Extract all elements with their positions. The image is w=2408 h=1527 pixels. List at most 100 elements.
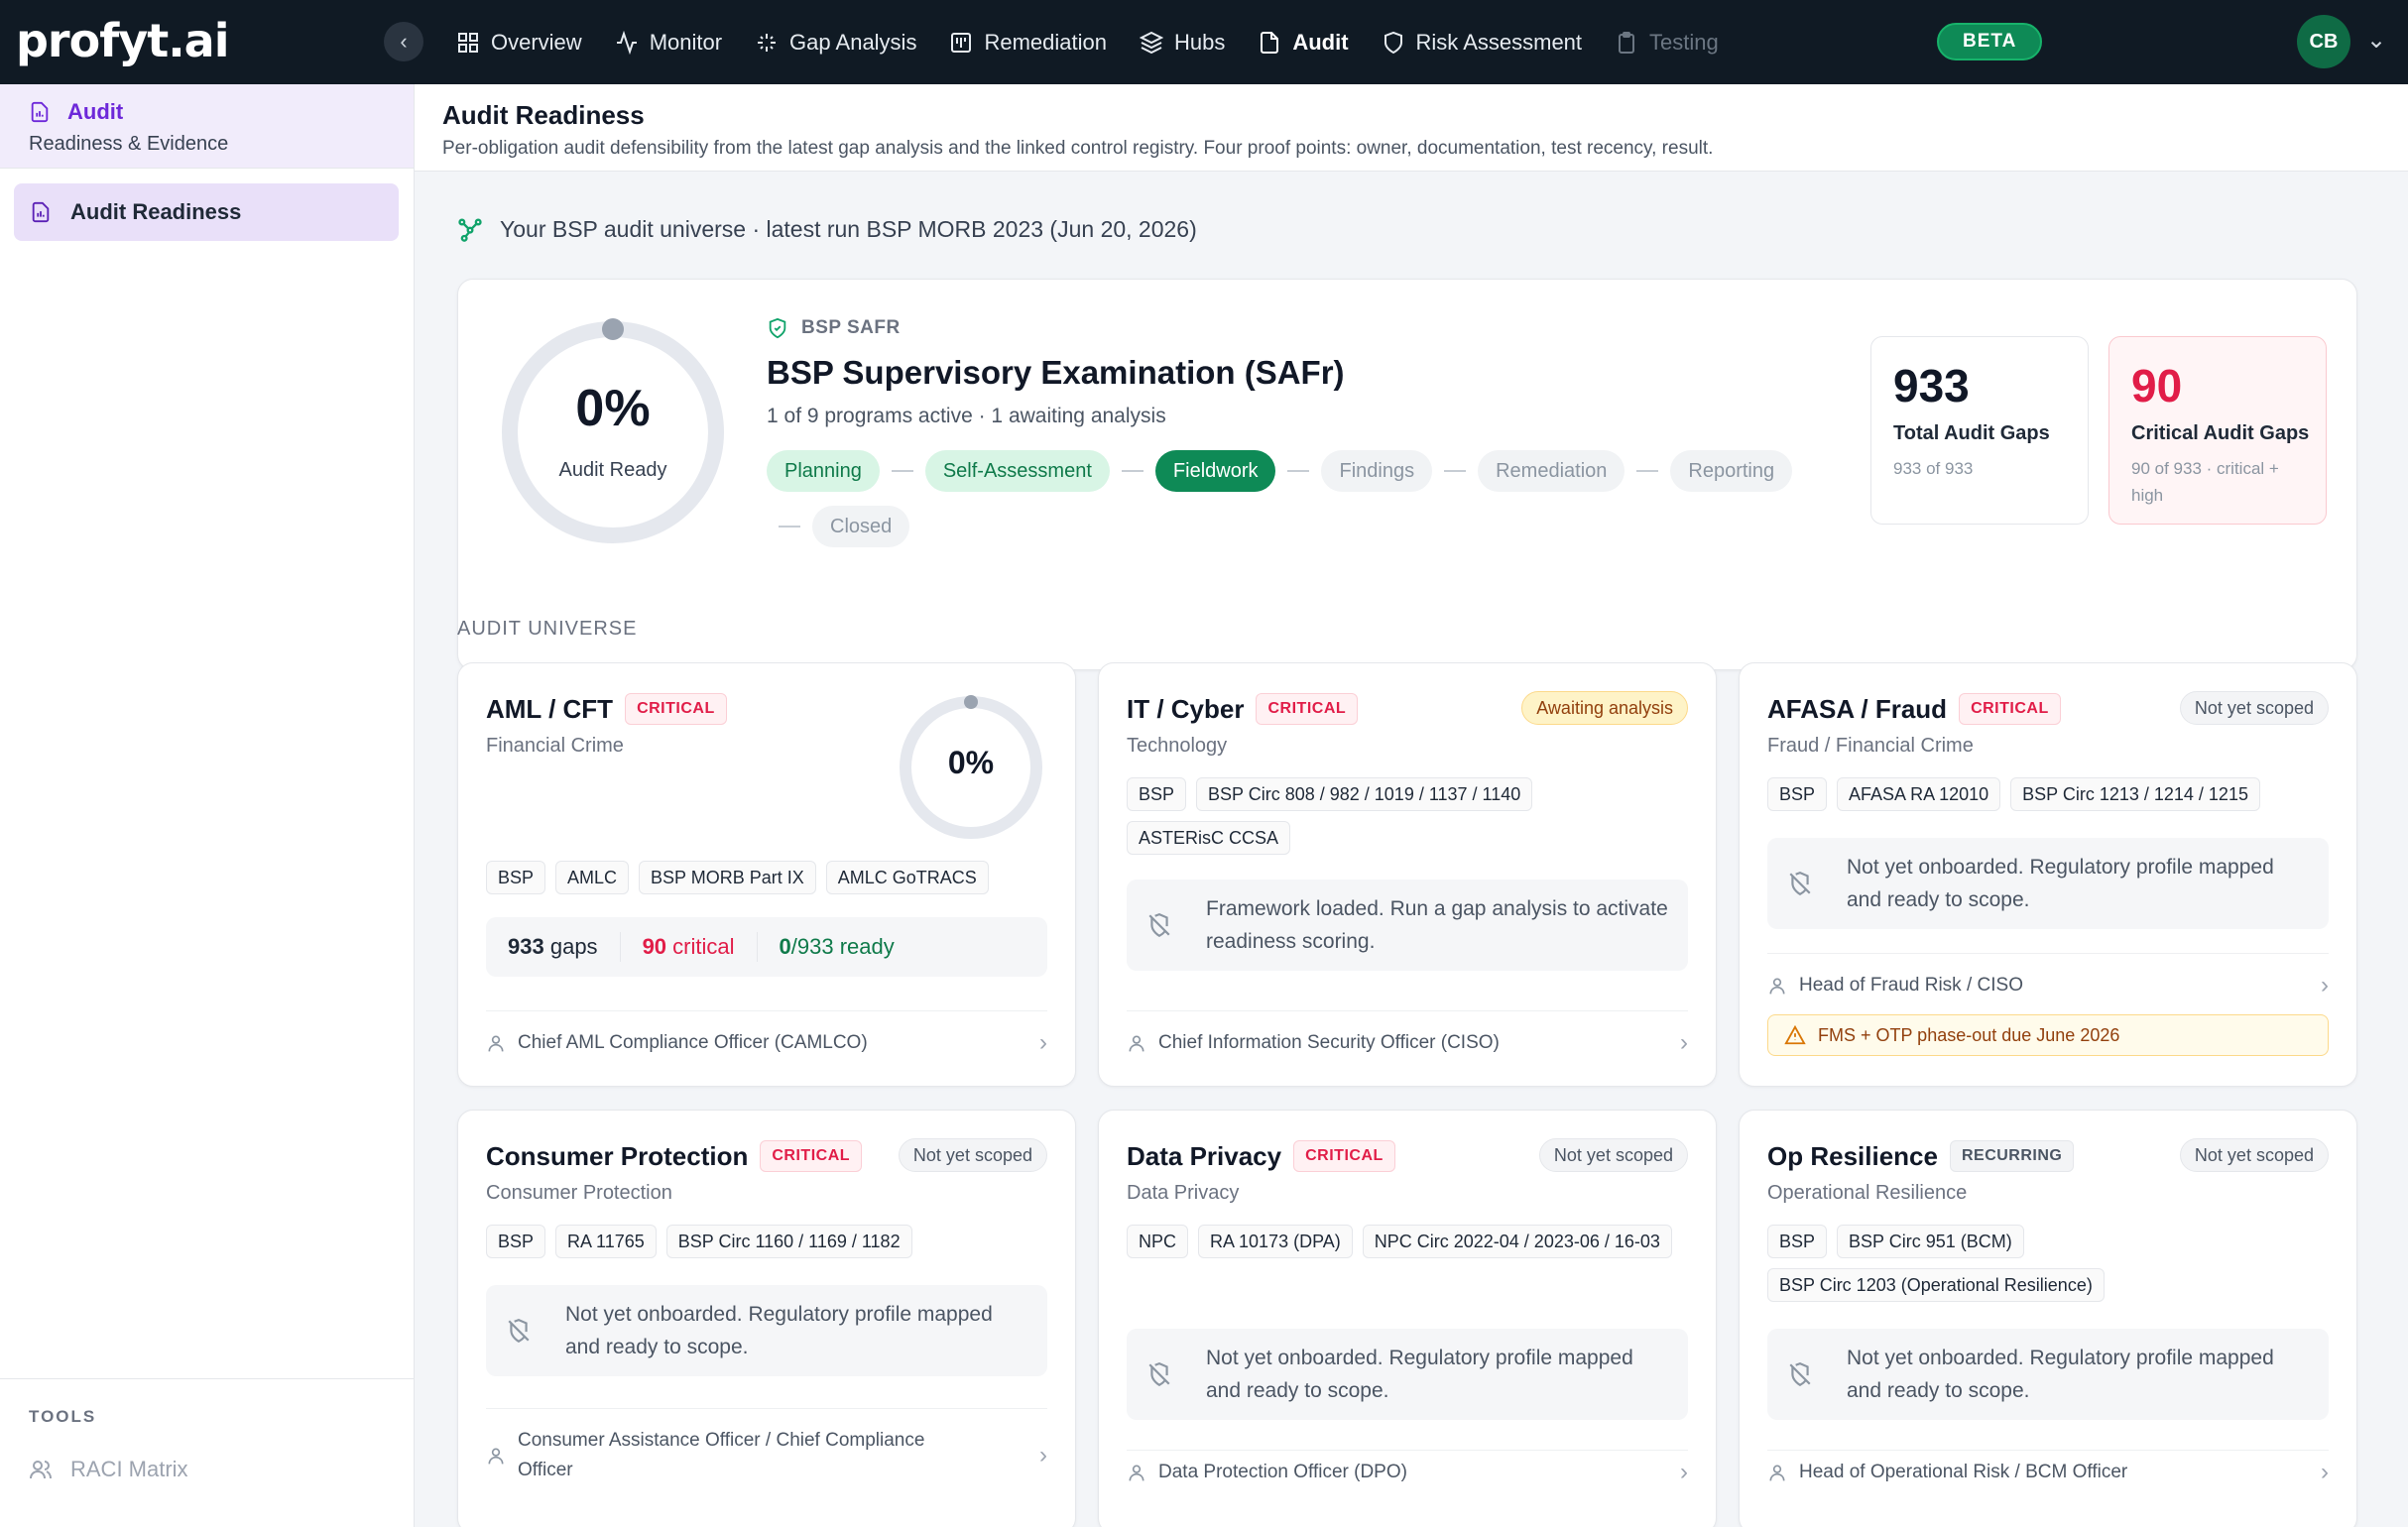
audit-universe-heading: AUDIT UNIVERSE <box>457 618 638 640</box>
sidebar-header: Audit Readiness & Evidence <box>0 84 414 169</box>
shield-off-icon <box>1789 1361 1811 1387</box>
info-text: Framework loaded. Run a gap analysis to … <box>1206 897 1668 953</box>
program-card-op-resilience[interactable]: Op Resilience RECURRING Operational Resi… <box>1739 1110 2357 1527</box>
program-card-consumer-protection[interactable]: Consumer Protection CRITICAL Consumer Pr… <box>457 1110 1076 1527</box>
nav-overview[interactable]: Overview <box>456 30 582 56</box>
deadline-warning: FMS + OTP phase-out due June 2026 <box>1767 1014 2329 1056</box>
nav-testing[interactable]: Testing <box>1615 30 1719 56</box>
regulation-tag: BSP Circ 1213 / 1214 / 1215 <box>2010 777 2260 811</box>
regulation-tag: BSP <box>1127 777 1187 811</box>
divider <box>486 1408 1047 1409</box>
card-owner[interactable]: Chief Information Security Officer (CISO… <box>1127 1028 1688 1058</box>
info-panel: Not yet onboarded. Regulatory profile ma… <box>1767 1329 2329 1420</box>
stage-fieldwork[interactable]: Fieldwork <box>1154 450 1276 492</box>
program-tag: BSP SAFR <box>767 317 901 339</box>
chevron-right-icon: › <box>1039 1442 1047 1468</box>
clipboard-icon <box>1619 31 1635 54</box>
sidebar-item-audit-readiness[interactable]: Audit Readiness <box>14 183 399 241</box>
stage-self-assessment[interactable]: Self-Assessment <box>924 450 1110 492</box>
card-title: AML / CFT CRITICAL <box>486 693 727 725</box>
gaps-count: 933 <box>508 934 544 959</box>
profyt-logo[interactable]: profyt.ai <box>16 14 229 67</box>
nav-audit[interactable]: Audit <box>1258 30 1349 56</box>
chevron-down-icon[interactable]: ⌄ <box>2366 26 2386 55</box>
program-card-it-cyber[interactable]: IT / Cyber CRITICAL Technology Awaiting … <box>1098 662 1717 1087</box>
card-title: IT / Cyber CRITICAL <box>1127 693 1359 725</box>
card-owner[interactable]: Head of Fraud Risk / CISO › <box>1767 971 2329 1000</box>
grid-icon <box>458 32 478 53</box>
report-icon <box>32 201 50 223</box>
regulation-tag: BSP <box>1767 777 1828 811</box>
divider <box>1767 1450 2329 1451</box>
sidebar-title-label: Audit <box>67 99 124 124</box>
stage-connector <box>1121 470 1144 472</box>
info-text: Not yet onboarded. Regulatory profile ma… <box>1847 1347 2274 1402</box>
nav-hubs[interactable]: Hubs <box>1139 30 1225 56</box>
card-title-text: IT / Cyber <box>1127 693 1245 724</box>
critical-audit-gaps-card[interactable]: 90 Critical Audit Gaps 90 of 933 · criti… <box>2108 336 2327 525</box>
card-owner[interactable]: Data Protection Officer (DPO) › <box>1127 1458 1688 1487</box>
card-title-text: AFASA / Fraud <box>1767 693 1948 724</box>
card-title-text: Consumer Protection <box>486 1140 749 1171</box>
gaps-label: gaps <box>549 934 598 959</box>
total-audit-gaps-card[interactable]: 933 Total Audit Gaps 933 of 933 <box>1870 336 2089 525</box>
chevron-right-icon: › <box>1039 1029 1047 1056</box>
stage-findings[interactable]: Findings <box>1321 450 1433 492</box>
ready-metric: 0/933 ready <box>758 932 916 962</box>
activity-icon <box>616 30 637 55</box>
raci-matrix-label: RACI Matrix <box>70 1457 188 1481</box>
stage-remediation[interactable]: Remediation <box>1478 450 1625 492</box>
regulation-tag: BSP <box>486 861 546 894</box>
beta-badge: BETA <box>1937 23 2043 60</box>
regulation-tag: BSP <box>486 1225 546 1258</box>
sidebar-item-label: Audit Readiness <box>70 199 242 224</box>
regulation-tags: BSP BSP Circ 808 / 982 / 1019 / 1137 / 1… <box>1127 777 1692 855</box>
nav-risk-assessment[interactable]: Risk Assessment <box>1382 30 1582 56</box>
nav-overview-label: Overview <box>491 29 582 55</box>
stage-planning[interactable]: Planning <box>767 450 880 492</box>
program-title: BSP Supervisory Examination (SAFr) <box>767 354 1345 391</box>
card-owner[interactable]: Head of Operational Risk / BCM Officer › <box>1767 1458 2329 1487</box>
user-icon <box>1129 1035 1144 1052</box>
info-text: Not yet onboarded. Regulatory profile ma… <box>565 1303 993 1358</box>
chevron-left-icon: ‹ <box>400 29 408 54</box>
universe-line-text: Your BSP audit universe · latest run BSP… <box>500 215 1197 242</box>
tools-label: TOOLS <box>29 1407 97 1426</box>
nav-gap-analysis[interactable]: Gap Analysis <box>755 30 916 56</box>
owner-name: Chief Information Security Officer (CISO… <box>1158 1032 1500 1053</box>
main-nav: Overview Monitor Gap Analysis Remediatio… <box>456 0 1751 84</box>
divider <box>1127 1010 1688 1011</box>
status-badge: Not yet scoped <box>898 1138 1047 1172</box>
user-avatar[interactable]: CB <box>2297 15 2350 68</box>
sidebar-item-raci-matrix[interactable]: RACI Matrix <box>29 1457 415 1482</box>
owner-name: Head of Fraud Risk / CISO <box>1799 975 2023 996</box>
card-owner[interactable]: Chief AML Compliance Officer (CAMLCO) › <box>486 1028 1047 1058</box>
regulation-tag: RA 10173 (DPA) <box>1198 1225 1353 1258</box>
critical-gaps-label: Critical Audit Gaps <box>2131 422 2310 444</box>
nav-remediation[interactable]: Remediation <box>949 30 1107 56</box>
nav-monitor[interactable]: Monitor <box>615 30 722 56</box>
severity-badge: CRITICAL <box>760 1140 863 1172</box>
regulation-tags: BSP AMLC BSP MORB Part IX AMLC GoTRACS <box>486 861 1051 894</box>
program-card-data-privacy[interactable]: Data Privacy CRITICAL Data Privacy Not y… <box>1098 1110 1717 1527</box>
program-card-aml[interactable]: AML / CFT CRITICAL Financial Crime 0% BS… <box>457 662 1076 1087</box>
collapse-sidebar-button[interactable]: ‹ <box>384 22 423 61</box>
sidebar: Audit Readiness & Evidence Audit Readine… <box>0 84 415 1527</box>
network-icon <box>458 218 482 242</box>
card-title: Op Resilience RECURRING <box>1767 1140 2075 1172</box>
card-owner[interactable]: Consumer Assistance Officer / Chief Comp… <box>486 1426 1047 1485</box>
user-icon <box>488 1448 504 1465</box>
card-title-text: Data Privacy <box>1127 1140 1282 1171</box>
program-card-afasa-fraud[interactable]: AFASA / Fraud CRITICAL Fraud / Financial… <box>1739 662 2357 1087</box>
ready-label: /933 ready <box>790 934 895 959</box>
shield-check-icon <box>769 317 786 339</box>
stage-reporting[interactable]: Reporting <box>1670 450 1793 492</box>
critical-gaps-value: 90 <box>2131 360 2183 411</box>
regulation-tag: BSP Circ 951 (BCM) <box>1837 1225 2024 1258</box>
shield-icon <box>1384 31 1402 54</box>
program-tag-label: BSP SAFR <box>801 317 901 338</box>
chevron-right-icon: › <box>1680 1029 1688 1056</box>
layers-icon <box>1139 31 1163 54</box>
stage-closed[interactable]: Closed <box>812 506 910 547</box>
sidebar-title: Audit <box>29 99 414 125</box>
